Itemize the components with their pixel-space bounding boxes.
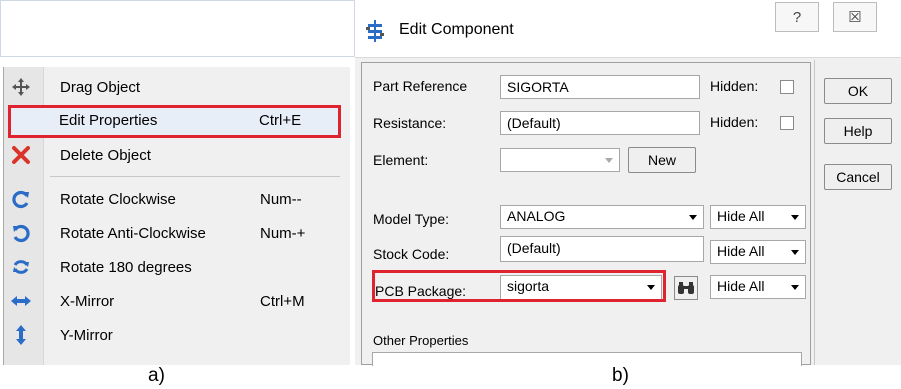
y-mirror-icon [10, 324, 32, 346]
hide-all-value: Hide All [717, 243, 765, 259]
chevron-down-icon [791, 250, 799, 255]
caption-b: b) [612, 365, 629, 386]
dialog-title: Edit Component [399, 21, 514, 38]
stock-code-label: Stock Code: [373, 246, 450, 262]
menu-item-shortcut: Num-+ [260, 225, 306, 242]
menu-item-label: Delete Object [60, 147, 151, 164]
binoculars-icon[interactable] [674, 276, 698, 300]
menu-item-label: Rotate Clockwise [60, 191, 176, 208]
menu-item-x-mirror[interactable]: X-Mirror Ctrl+M [4, 286, 351, 316]
dialog-title-bar: Edit Component ? ☒ [355, 0, 901, 58]
stock-code-input[interactable]: (Default) [500, 236, 704, 262]
menu-item-shortcut: Num-- [260, 191, 302, 208]
menu-item-shortcut: Ctrl+M [260, 293, 305, 310]
context-menu-panel: Drag Object Edit Properties Ctrl+E Delet… [0, 0, 355, 365]
rotate-cw-icon [10, 188, 32, 210]
stock-code-hide-select[interactable]: Hide All [710, 240, 806, 264]
rotate-ccw-icon [10, 222, 32, 244]
move-icon [10, 76, 32, 98]
edit-properties-shortcut: Ctrl+E [259, 112, 302, 129]
ok-button[interactable]: OK [824, 78, 892, 104]
help-glyph: ? [792, 8, 802, 26]
help-title-button[interactable]: ? [775, 2, 819, 32]
part-reference-hidden-checkbox[interactable] [780, 80, 794, 94]
pcb-package-hide-select[interactable]: Hide All [710, 275, 806, 299]
hidden-label: Hidden: [710, 78, 759, 94]
hidden-label: Hidden: [710, 114, 759, 130]
properties-group: Part Reference SIGORTA Hidden: Resistanc… [361, 62, 811, 366]
menu-item-label: Drag Object [60, 79, 141, 96]
chevron-down-icon [791, 285, 799, 290]
caption-a: a) [148, 365, 165, 386]
resistance-label: Resistance: [373, 115, 447, 131]
menu-item-drag-object[interactable]: Drag Object [4, 72, 351, 102]
other-properties-label: Other Properties [373, 333, 469, 348]
cancel-button-label: Cancel [836, 169, 880, 185]
delete-x-icon [10, 144, 32, 166]
chevron-down-icon [605, 158, 613, 163]
menu-item-rotate-clockwise[interactable]: Rotate Clockwise Num-- [4, 184, 351, 214]
model-type-hide-select[interactable]: Hide All [710, 205, 806, 229]
chevron-down-icon [791, 215, 799, 220]
component-icon [365, 20, 387, 42]
menu-top-band [0, 0, 355, 57]
menu-item-label: Rotate Anti-Clockwise [60, 225, 206, 242]
pcb-package-highlight [372, 270, 666, 302]
ok-button-label: OK [847, 83, 869, 99]
menu-item-y-mirror[interactable]: Y-Mirror [4, 320, 351, 350]
menu-item-label: X-Mirror [60, 293, 115, 310]
menu-item-label: Rotate 180 degrees [60, 259, 192, 276]
menu-item-label: Y-Mirror [60, 327, 113, 344]
part-reference-label: Part Reference [373, 78, 468, 94]
help-button-label: Help [843, 123, 873, 139]
rotate-180-icon [10, 256, 32, 278]
edit-properties-highlight: Edit Properties Ctrl+E [8, 105, 341, 138]
menu-item-rotate-180[interactable]: Rotate 180 degrees [4, 252, 351, 282]
resistance-input[interactable]: (Default) [500, 111, 700, 135]
help-button[interactable]: Help [824, 118, 892, 144]
menu-item-delete-object[interactable]: Delete Object [4, 140, 351, 170]
edit-component-dialog: Edit Component ? ☒ Part Reference SIGORT… [355, 0, 901, 366]
new-element-button[interactable]: New [628, 147, 696, 173]
model-type-select[interactable]: ANALOG [500, 205, 704, 229]
menu-separator [50, 176, 340, 177]
cancel-button[interactable]: Cancel [824, 164, 892, 190]
model-type-label: Model Type: [373, 211, 450, 227]
part-reference-input[interactable]: SIGORTA [500, 75, 700, 99]
hide-all-value: Hide All [717, 278, 765, 294]
close-title-button[interactable]: ☒ [833, 2, 877, 32]
x-mirror-icon [10, 290, 32, 312]
other-properties-textarea[interactable] [372, 352, 802, 366]
element-label: Element: [373, 152, 429, 168]
model-type-value: ANALOG [507, 208, 566, 224]
dialog-separator [814, 60, 815, 365]
menu-item-rotate-anti-clockwise[interactable]: Rotate Anti-Clockwise Num-+ [4, 218, 351, 248]
edit-properties-label: Edit Properties [59, 112, 158, 129]
chevron-down-icon [689, 215, 697, 220]
resistance-hidden-checkbox[interactable] [780, 116, 794, 130]
element-select[interactable] [500, 148, 620, 172]
close-icon: ☒ [848, 9, 862, 26]
new-button-label: New [647, 152, 676, 168]
hide-all-value: Hide All [717, 208, 765, 224]
